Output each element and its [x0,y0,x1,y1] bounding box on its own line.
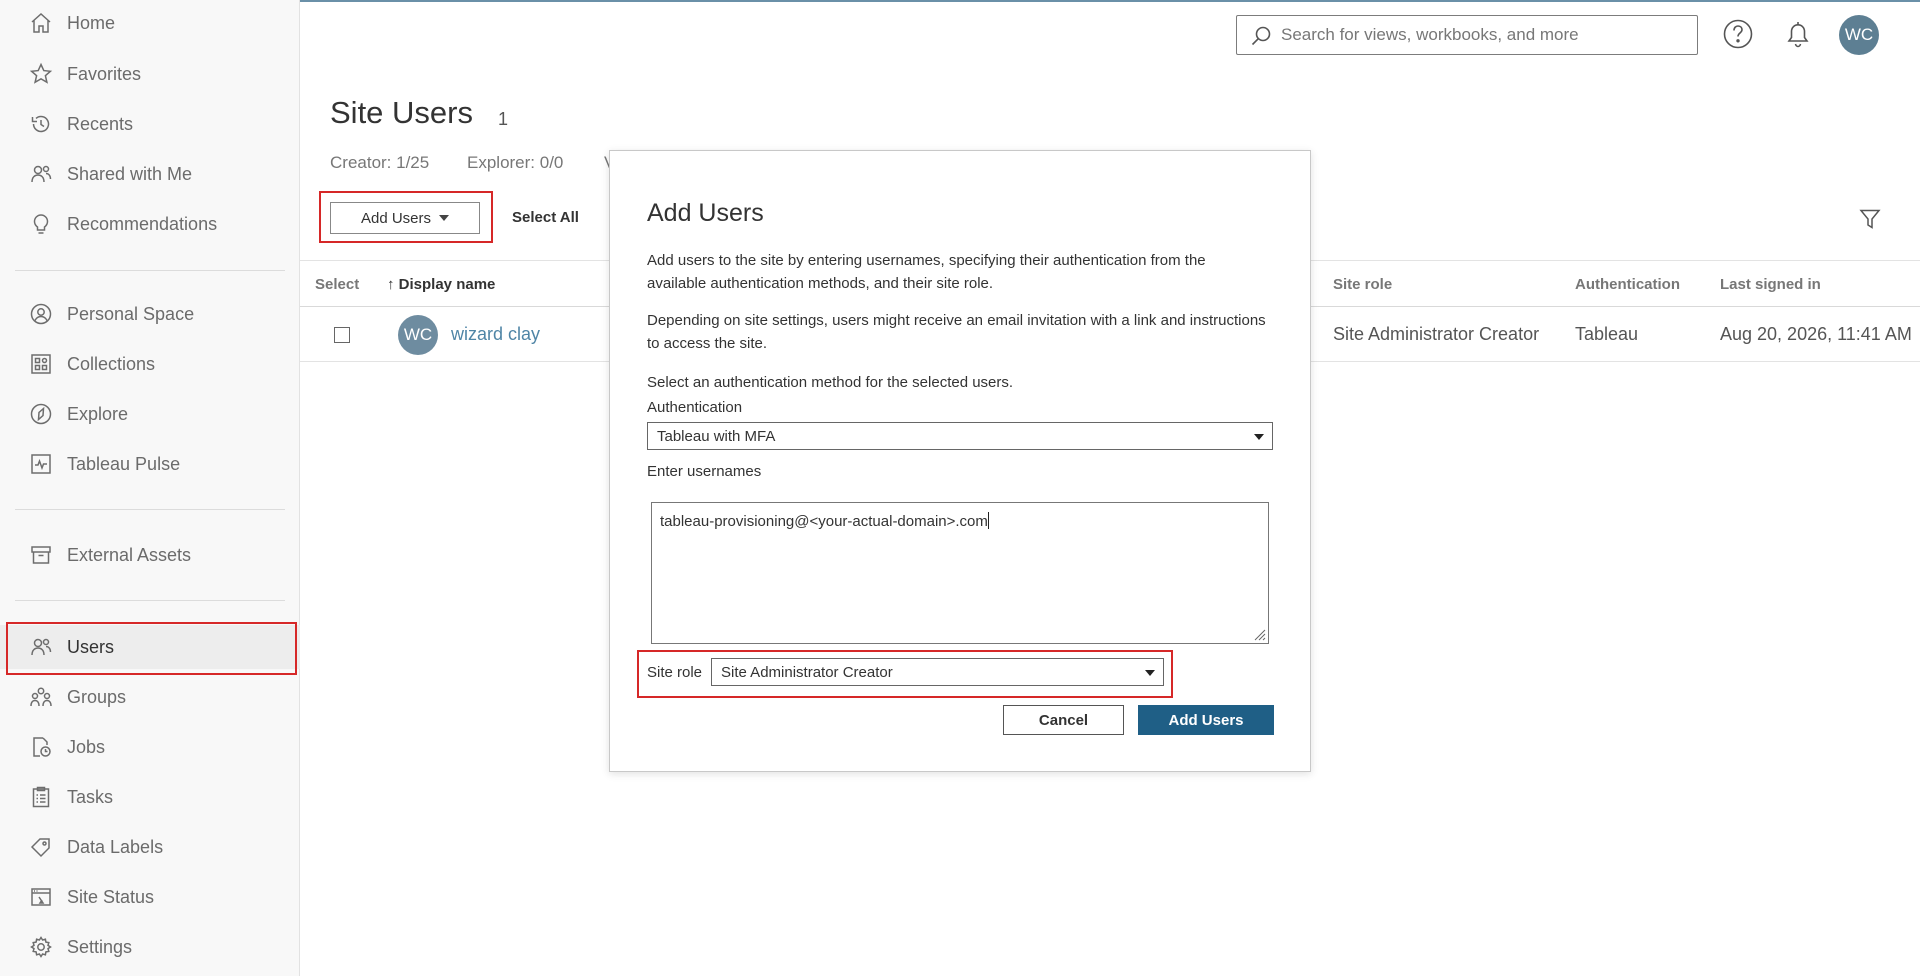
caret-down-icon [1254,434,1264,440]
user-last-signed-in: Aug 20, 2026, 11:41 AM [1720,324,1912,344]
compass-icon [28,401,54,427]
gear-icon [28,934,54,960]
global-search[interactable] [1236,15,1698,55]
sidebar-item-favorites[interactable]: Favorites [0,52,300,96]
bell-icon[interactable] [1782,18,1814,50]
history-icon [28,111,54,137]
resize-handle-icon[interactable] [1252,627,1266,641]
avatar: WC [398,315,438,355]
sidebar-item-label: Jobs [67,736,106,757]
authentication-dropdown[interactable]: Tableau with MFA [647,422,1273,450]
confirm-add-users-button[interactable]: Add Users [1138,705,1274,735]
sidebar-item-label: Groups [67,686,127,707]
help-icon[interactable] [1722,18,1754,50]
sidebar-divider [15,270,285,271]
sidebar-item-label: Data Labels [67,836,164,857]
sidebar-item-label: Site Status [67,886,155,907]
sidebar-item-label: Explore [67,403,129,424]
search-icon [1251,26,1271,46]
usernames-value: tableau-provisioning@<your-actual-domain… [660,513,988,530]
home-icon [28,10,54,36]
sidebar: Home Favorites Recents Shared with Me Re… [0,0,300,976]
column-site-role[interactable]: Site role [1333,276,1392,293]
sidebar-item-label: Shared with Me [67,163,193,184]
sidebar-item-label: Personal Space [67,303,195,324]
top-accent-line [299,0,1920,2]
sidebar-item-data-labels[interactable]: Data Labels [0,825,300,869]
sidebar-item-tasks[interactable]: Tasks [0,775,300,819]
person-circle-icon [28,301,54,327]
filter-icon[interactable] [1858,207,1882,231]
user-authentication: Tableau [1575,324,1639,344]
sidebar-item-personal-space[interactable]: Personal Space [0,292,300,336]
row-checkbox[interactable] [334,327,350,343]
user-count: 1 [498,109,509,129]
search-input[interactable] [1281,22,1681,48]
sidebar-item-tableau-pulse[interactable]: Tableau Pulse [0,442,300,486]
authentication-label: Authentication [647,399,743,416]
sidebar-item-settings[interactable]: Settings [0,925,300,969]
sidebar-item-label: External Assets [67,544,192,565]
sidebar-item-label: Settings [67,936,133,957]
sidebar-item-home[interactable]: Home [0,1,300,45]
add-users-dialog: Add Users Add users to the site by enter… [609,150,1311,772]
column-display-name[interactable]: ↑ Display name [387,276,495,293]
sidebar-item-label: Home [67,12,116,33]
text-cursor [987,512,989,529]
column-select: Select [315,276,360,293]
sidebar-item-recommendations[interactable]: Recommendations [0,202,300,246]
usernames-label: Enter usernames [647,463,762,480]
jobs-icon [28,734,54,760]
tag-icon [28,834,54,860]
page-title: Site Users [330,95,473,130]
site-role-highlight-box [637,650,1173,698]
clipboard-icon [28,784,54,810]
column-last-signed-in[interactable]: Last signed in [1720,276,1821,293]
sidebar-item-external-assets[interactable]: External Assets [0,533,300,577]
authentication-selected: Tableau with MFA [657,427,776,445]
sidebar-item-shared[interactable]: Shared with Me [0,152,300,196]
dialog-title: Add Users [647,199,764,227]
add-users-highlight-box [319,191,493,243]
user-display-name-link[interactable]: wizard clay [451,324,540,345]
sidebar-item-label: Tableau Pulse [67,453,181,474]
shared-users-icon [28,161,54,187]
license-creator: Creator: 1/25 [330,153,430,172]
cancel-button[interactable]: Cancel [1003,705,1124,735]
user-site-role: Site Administrator Creator [1333,324,1540,344]
sidebar-divider [15,509,285,510]
site-status-icon [28,884,54,910]
archive-box-icon [28,542,54,568]
sidebar-item-site-status[interactable]: Site Status [0,875,300,919]
column-authentication[interactable]: Authentication [1575,276,1680,293]
sidebar-item-label: Recents [67,113,134,134]
sidebar-item-label: Recommendations [67,213,218,234]
usernames-textarea[interactable]: tableau-provisioning@<your-actual-domain… [651,502,1269,644]
dialog-notice-text: Depending on site settings, users might … [647,312,1266,352]
lightbulb-icon [28,211,54,237]
star-icon [28,61,54,87]
dialog-intro-text: Add users to the site by entering userna… [647,252,1206,292]
pulse-icon [28,451,54,477]
user-avatar[interactable]: WC [1839,15,1879,55]
sidebar-item-explore[interactable]: Explore [0,392,300,436]
sidebar-item-jobs[interactable]: Jobs [0,725,300,769]
sidebar-item-label: Favorites [67,63,142,84]
sidebar-item-label: Tasks [67,786,114,807]
license-explorer: Explorer: 0/0 [467,153,564,172]
sidebar-divider [15,600,285,601]
sidebar-item-recents[interactable]: Recents [0,102,300,146]
users-highlight-box [6,622,297,675]
auth-prompt-text: Select an authentication method for the … [647,374,1014,391]
sidebar-item-groups[interactable]: Groups [0,675,300,719]
select-all-button[interactable]: Select All [512,209,579,226]
groups-icon [28,684,54,710]
collections-icon [28,351,54,377]
sidebar-item-label: Collections [67,353,156,374]
sidebar-item-collections[interactable]: Collections [0,342,300,386]
